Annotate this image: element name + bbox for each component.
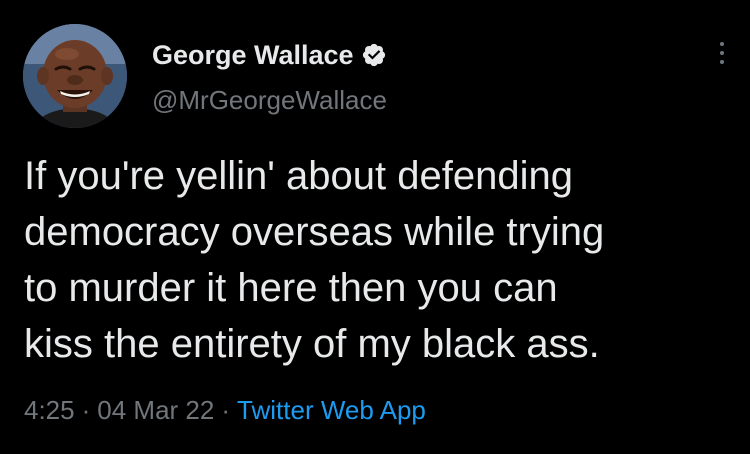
tweet-text: If you're yellin' about defending democr… <box>24 148 729 372</box>
tweet-text-line: kiss the entirety of my black ass. <box>24 322 600 366</box>
tweet-source-link[interactable]: Twitter Web App <box>237 395 426 425</box>
tweet-metadata: 4:25 · 04 Mar 22 · Twitter Web App <box>24 393 426 427</box>
profile-photo <box>23 24 127 128</box>
separator-dot: · <box>221 395 231 425</box>
avatar[interactable] <box>23 24 127 128</box>
display-name-text[interactable]: George Wallace <box>152 39 354 71</box>
tweet-text-line: to murder it here then you can <box>24 266 558 310</box>
verified-badge-icon <box>361 42 387 68</box>
tweet-time[interactable]: 4:25 <box>24 395 75 425</box>
tweet-date[interactable]: 04 Mar 22 <box>97 395 214 425</box>
separator-dot: · <box>81 395 91 425</box>
tweet-text-line: democracy overseas while trying <box>24 210 605 254</box>
display-name[interactable]: George Wallace <box>152 39 387 71</box>
user-handle[interactable]: @MrGeorgeWallace <box>152 84 387 116</box>
tweet-text-line: If you're yellin' about defending <box>24 154 573 198</box>
more-options-icon[interactable] <box>712 42 732 72</box>
tweet-card: George Wallace @MrGeorgeWallace If you'r… <box>0 0 750 454</box>
